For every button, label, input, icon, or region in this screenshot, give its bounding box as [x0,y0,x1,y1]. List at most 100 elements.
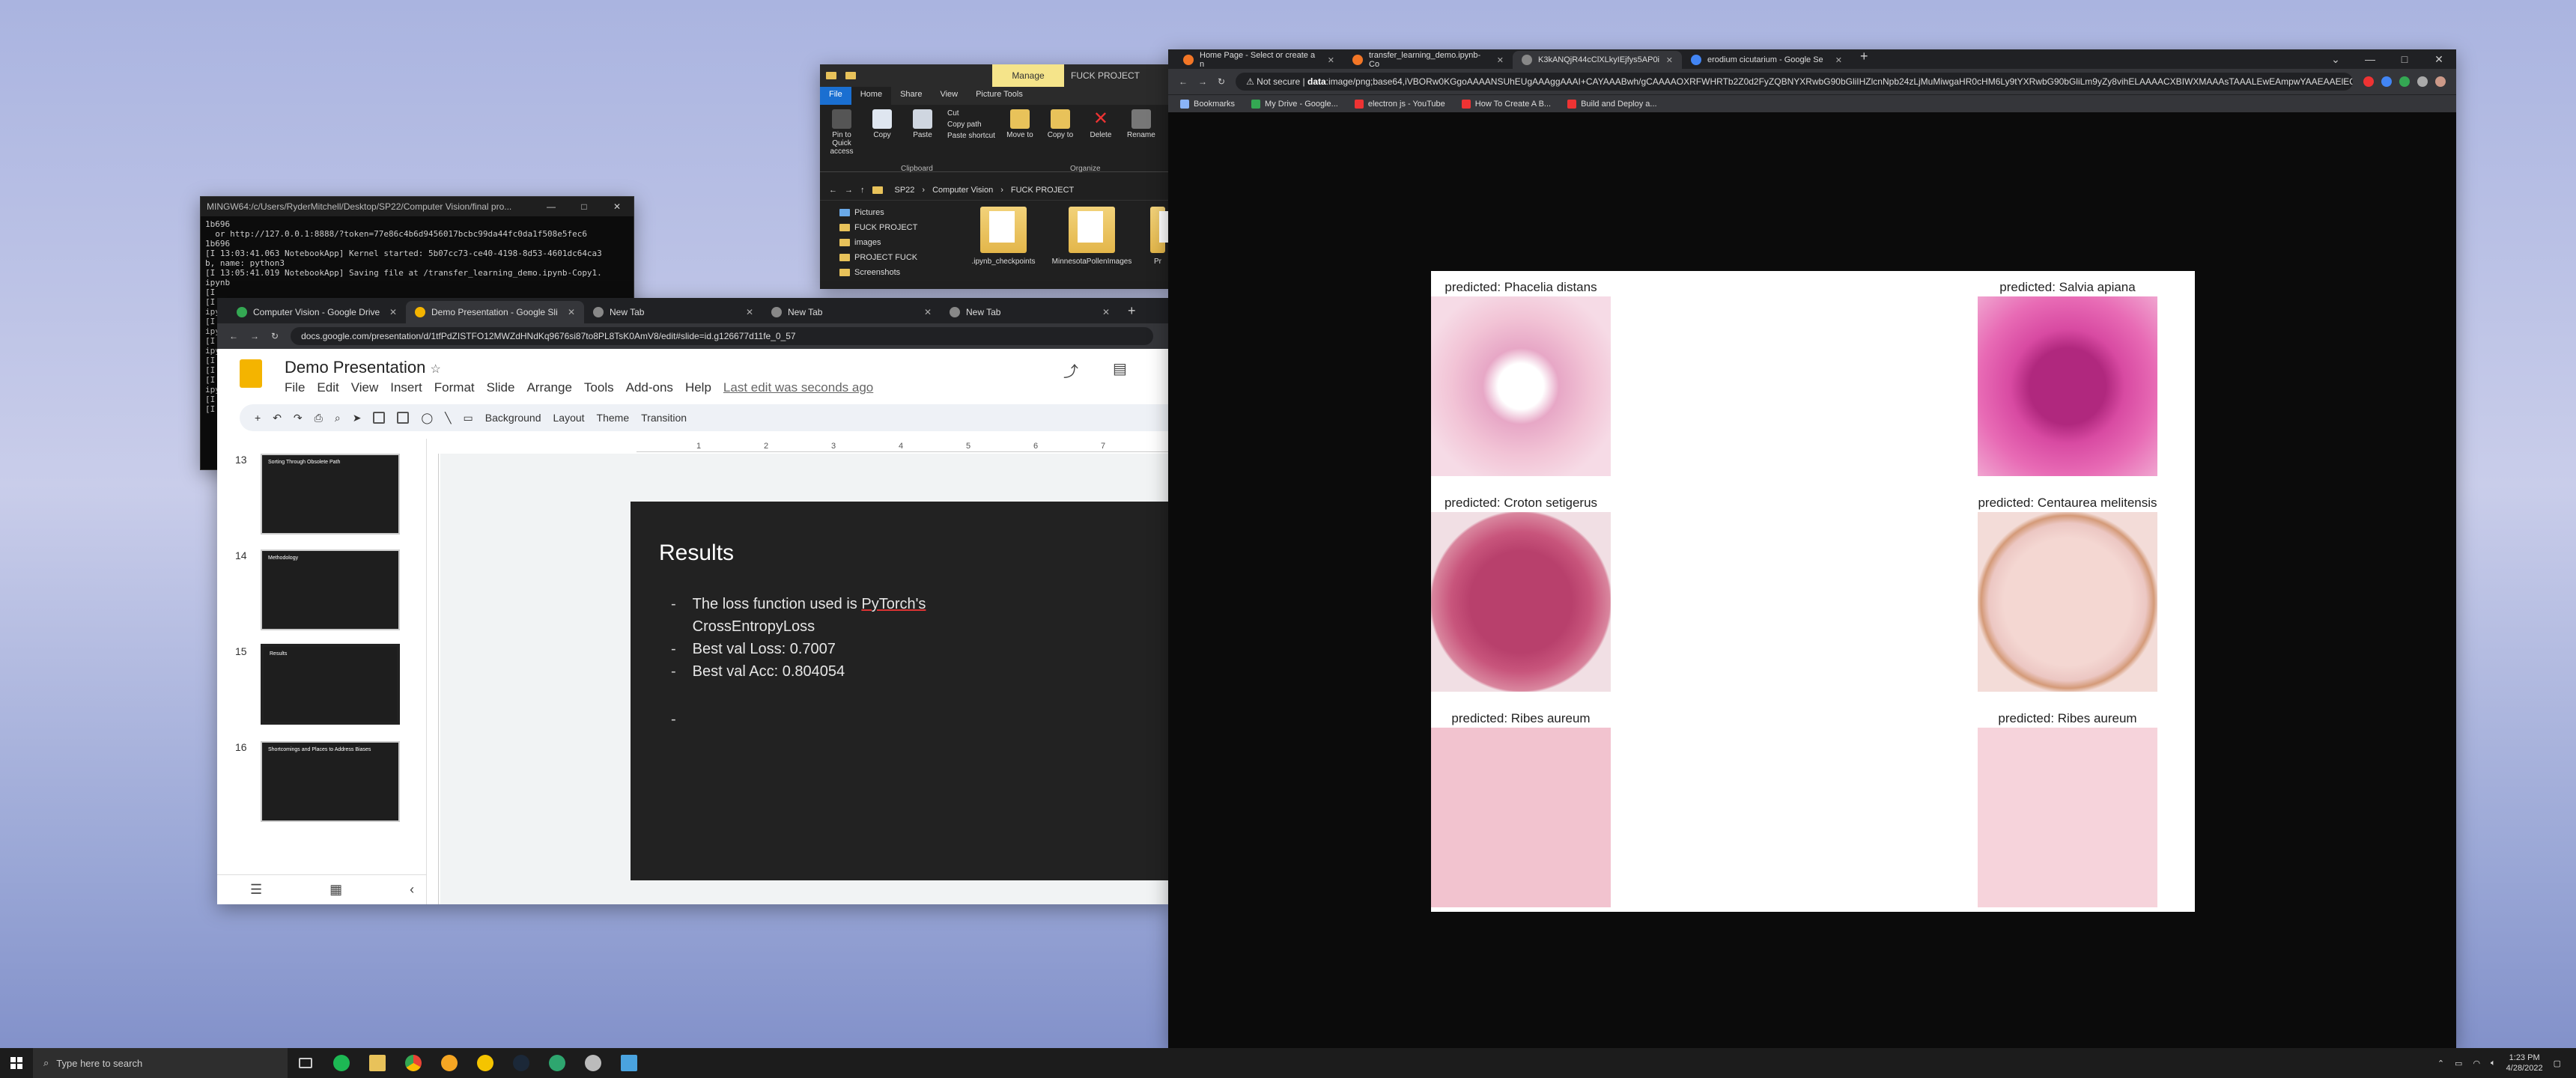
tab-share[interactable]: Share [891,87,931,105]
line-icon[interactable]: ╲ [445,412,451,424]
image-icon[interactable] [397,412,410,424]
start-button[interactable] [0,1048,33,1078]
menu-slide[interactable]: Slide [487,380,515,395]
bookmark-item[interactable]: How To Create A B... [1461,99,1551,109]
folder-item[interactable]: MinnesotaPollenImages [1052,207,1131,266]
taskbar-app[interactable] [431,1048,467,1078]
delete-button[interactable]: ✕ Delete [1085,109,1117,140]
menu-format[interactable]: Format [434,380,475,395]
minimize-icon[interactable]: — [535,201,568,212]
slide-thumbnail[interactable]: Sorting Through Obsolete Path [261,454,400,535]
address-bar[interactable]: ← → ↑ SP22 › Computer Vision › FUCK PROJ… [820,180,1172,201]
nav-item[interactable]: Screenshots [839,268,932,277]
nav-item[interactable]: images [839,238,932,247]
theme-button[interactable]: Theme [597,412,630,424]
forward-icon[interactable]: → [250,331,259,341]
select-icon[interactable]: ➤ [353,412,362,424]
tab-view[interactable]: View [931,87,967,105]
browser-tab[interactable]: K3kANQjR44cClXLkyIEjfys5AP0i ✕ [1513,51,1682,69]
menu-help[interactable]: Help [685,380,711,395]
close-icon[interactable]: ✕ [746,307,753,317]
collapse-icon[interactable]: ‹ [410,882,414,898]
taskbar-app[interactable] [395,1048,431,1078]
menu-file[interactable]: File [285,380,305,395]
menu-view[interactable]: View [351,380,379,395]
battery-icon[interactable]: ▭ [2455,1059,2462,1068]
back-icon[interactable]: ← [229,331,238,341]
close-icon[interactable]: ✕ [568,307,575,317]
rename-button[interactable]: Rename [1126,109,1157,139]
cut-button[interactable]: Cut [947,109,995,118]
breadcrumb-sp22[interactable]: SP22 [895,186,915,195]
file-explorer-window[interactable]: Manage FUCK PROJECT File Home Share View… [820,64,1185,289]
pin-button[interactable]: Pin to Quick access [826,109,857,156]
address-bar[interactable]: docs.google.com/presentation/d/1tfPdZIST… [291,327,1153,345]
move-to-button[interactable]: Move to [1004,109,1036,139]
tab-file[interactable]: File [820,87,851,105]
menu-edit[interactable]: Edit [317,380,338,395]
taskbar-app[interactable] [359,1048,395,1078]
taskbar-app[interactable] [539,1048,575,1078]
star-icon[interactable]: ☆ [430,363,440,376]
paste-button[interactable]: Paste [907,109,938,139]
bookmark-item[interactable]: My Drive - Google... [1251,99,1338,109]
forward-icon[interactable]: → [1198,76,1207,87]
puzzle-icon[interactable] [2417,76,2428,87]
taskbar-app[interactable] [467,1048,503,1078]
slide-bullets[interactable]: -The loss function used is PyTorch's -Cr… [671,593,926,683]
chevron-down-icon[interactable]: ⌄ [2318,53,2353,66]
slides-browser-window[interactable]: Computer Vision - Google Drive ✕ Demo Pre… [217,298,1168,904]
close-icon[interactable]: ✕ [1328,55,1334,65]
back-icon[interactable]: ← [1179,76,1188,87]
current-slide[interactable]: Results - The loss function used is PyTor… [631,502,1168,880]
folder-item[interactable]: Pr [1146,207,1185,266]
taskbar-app[interactable] [323,1048,359,1078]
browser-tab[interactable]: Demo Presentation - Google Sli ✕ [406,301,584,323]
browser-tab[interactable]: Home Page - Select or create a n ✕ [1174,51,1343,69]
add-icon[interactable]: + [255,412,261,424]
comment-icon[interactable]: ▭ [464,412,473,424]
volume-icon[interactable]: 🔈︎ [2491,1059,2496,1068]
shape-icon[interactable]: ◯ [421,412,433,424]
avatar[interactable] [2435,76,2446,87]
layout-button[interactable]: Layout [553,412,585,424]
folder-item[interactable]: .ipynb_checkpoints [970,207,1037,266]
chevron-up-icon[interactable]: ⌃ [2437,1059,2444,1068]
browser-tab[interactable]: Computer Vision - Google Drive ✕ [228,301,406,323]
close-icon[interactable]: ✕ [1497,55,1504,65]
close-icon[interactable]: ✕ [2422,53,2456,66]
browser-tab[interactable]: erodium cicutarium - Google Se ✕ [1682,51,1851,69]
manage-context-tab[interactable]: Manage [992,64,1064,87]
close-icon[interactable]: ✕ [924,307,932,317]
copy-path-button[interactable]: Copy path [947,121,995,129]
terminal-titlebar[interactable]: MINGW64:/c/Users/RyderMitchell/Desktop/S… [201,197,634,216]
paste-shortcut-button[interactable]: Paste shortcut [947,132,995,140]
slides-logo-icon[interactable] [240,359,262,388]
close-icon[interactable]: ✕ [1666,55,1673,65]
nav-item[interactable]: PROJECT FUCK [839,253,932,262]
up-icon[interactable]: ↑ [860,186,865,195]
maximize-icon[interactable]: □ [568,201,601,212]
slide-title[interactable]: Results [659,540,734,566]
redo-icon[interactable]: ↷ [294,412,303,424]
menu-addons[interactable]: Add-ons [626,380,673,395]
zoom-icon[interactable]: ⌕ [335,412,341,424]
browser-tab[interactable]: New Tab ✕ [941,301,1119,323]
reload-icon[interactable]: ↻ [1218,76,1225,87]
tab-picture-tools[interactable]: Picture Tools [967,87,1032,105]
tab-home[interactable]: Home [851,87,892,105]
minimize-icon[interactable]: — [2353,53,2387,65]
list-view-icon[interactable]: ☰ [250,882,262,898]
maximize-icon[interactable]: □ [2387,53,2422,65]
transition-button[interactable]: Transition [641,412,687,424]
close-icon[interactable]: ✕ [1835,55,1842,65]
extension-icon[interactable] [2399,76,2410,87]
browser-tab[interactable]: transfer_learning_demo.ipynb-Co ✕ [1343,51,1513,69]
comments-icon[interactable]: ▤ [1113,359,1127,378]
back-icon[interactable]: ← [829,186,837,195]
menu-tools[interactable]: Tools [584,380,614,395]
activity-icon[interactable]: ⤴ [1063,359,1078,381]
forward-icon[interactable]: → [845,186,853,195]
breadcrumb-computer-vision[interactable]: Computer Vision [932,186,993,195]
nav-item[interactable]: Pictures [839,208,932,217]
